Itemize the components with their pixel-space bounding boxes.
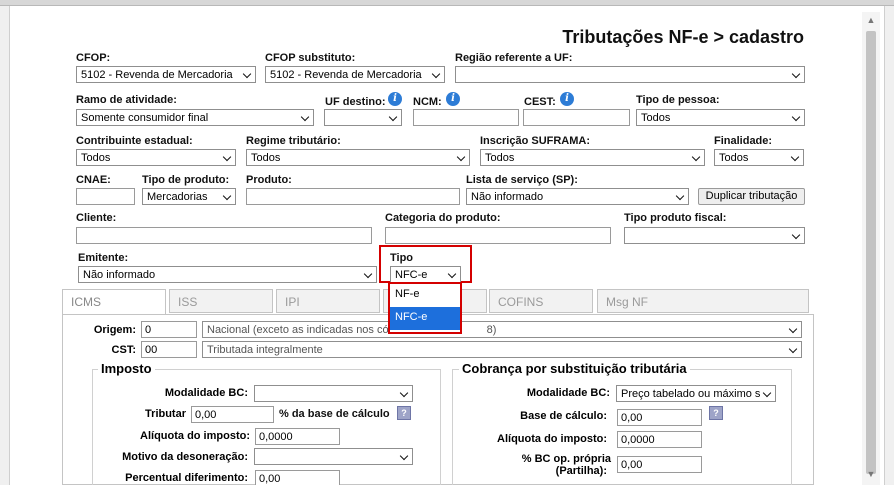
tributar-label: Tributar [145, 408, 186, 420]
bc-op-propria-label-2: (Partilha): [555, 465, 607, 477]
finalidade-select[interactable]: Todos [714, 149, 804, 166]
cst-select[interactable]: Tributada integralmente [202, 341, 802, 358]
ncm-input[interactable] [413, 109, 519, 126]
emitente-select[interactable]: Não informado [78, 266, 377, 283]
origem-select-text: Nacional (exceto as indicadas nos có [207, 324, 389, 336]
tipo-select[interactable]: NFC-e [390, 266, 461, 283]
produto-label: Produto: [246, 174, 292, 186]
lista-servico-select[interactable]: Não informado [466, 188, 689, 205]
percentual-diferimento-label: Percentual diferimento: [125, 472, 248, 484]
cest-info-icon[interactable]: i [560, 92, 574, 106]
contribuinte-select[interactable]: Todos [76, 149, 236, 166]
contribuinte-label: Contribuinte estadual: [76, 135, 193, 147]
percentual-diferimento-input[interactable]: 0,00 [255, 470, 340, 485]
st-modalidade-bc-label: Modalidade BC: [526, 387, 610, 399]
cfop-substituto-select[interactable]: 5102 - Revenda de Mercadoria [265, 66, 445, 83]
tab-ipi[interactable]: IPI [276, 289, 380, 313]
tipo-fiscal-label: Tipo produto fiscal: [624, 212, 727, 224]
tipo-pessoa-select[interactable]: Todos [636, 109, 805, 126]
tipo-produto-label: Tipo de produto: [142, 174, 230, 186]
cliente-label: Cliente: [76, 212, 117, 224]
st-base-calculo-label: Base de cálculo: [520, 410, 607, 422]
categoria-label: Categoria do produto: [385, 212, 501, 224]
st-modalidade-bc-select[interactable]: Preço tabelado ou máximo s [616, 385, 776, 402]
tipo-option-nf-e[interactable]: NF-e [390, 284, 460, 307]
emitente-label: Emitente: [78, 252, 129, 264]
cest-label: CEST: [524, 96, 556, 108]
st-base-calculo-input[interactable]: 0,00 [617, 409, 702, 426]
cfop-label: CFOP: [76, 52, 111, 64]
st-aliquota-input[interactable]: 0,0000 [617, 431, 702, 448]
origem-code-input[interactable]: 0 [141, 321, 197, 338]
motivo-desoneracao-select[interactable] [254, 448, 413, 465]
imposto-aliquota-label: Alíquota do imposto: [140, 430, 250, 442]
window-top-border [0, 0, 894, 6]
scroll-up-arrow-icon[interactable]: ▲ [862, 12, 880, 28]
categoria-input[interactable] [385, 227, 611, 244]
bc-op-propria-input[interactable]: 0,00 [617, 456, 702, 473]
cst-label: CST: [111, 344, 136, 356]
window-right-border [884, 6, 894, 485]
suframa-label: Inscrição SUFRAMA: [480, 135, 591, 147]
tipo-option-nfc-e[interactable]: NFC-e [390, 307, 460, 330]
scroll-down-arrow-icon[interactable]: ▼ [862, 466, 880, 482]
cnae-label: CNAE: [76, 174, 111, 186]
duplicar-tributacao-button[interactable]: Duplicar tributação [698, 188, 805, 205]
tributar-suffix: % da base de cálculo [279, 408, 390, 420]
scrollbar-thumb[interactable] [866, 31, 876, 474]
ramo-atividade-label: Ramo de atividade: [76, 94, 177, 106]
tributar-input[interactable]: 0,00 [191, 406, 274, 423]
tipo-produto-select[interactable]: Mercadorias [142, 188, 236, 205]
ncm-label: NCM: [413, 96, 442, 108]
tipo-dropdown-list: NF-e NFC-e [388, 282, 462, 334]
regime-select[interactable]: Todos [246, 149, 470, 166]
origem-select-text-tail: 8) [486, 324, 497, 336]
tab-iss[interactable]: ISS [169, 289, 273, 313]
imposto-aliquota-input[interactable]: 0,0000 [255, 428, 340, 445]
window-left-border [0, 6, 10, 485]
imposto-legend: Imposto [98, 361, 155, 376]
origem-select[interactable]: Nacional (exceto as indicadas nos có 8) [202, 321, 802, 338]
ncm-info-icon[interactable]: i [446, 92, 460, 106]
tributar-help-icon[interactable]: ? [397, 406, 411, 420]
tab-msg-nf[interactable]: Msg NF [597, 289, 809, 313]
cst-code-input[interactable]: 00 [141, 341, 197, 358]
uf-destino-info-icon[interactable]: i [388, 92, 402, 106]
cfop-select[interactable]: 5102 - Revenda de Mercadoria [76, 66, 256, 83]
regiao-uf-label: Região referente a UF: [455, 52, 573, 64]
cest-input[interactable] [523, 109, 630, 126]
st-aliquota-label: Alíquota do imposto: [497, 433, 607, 445]
suframa-select[interactable]: Todos [480, 149, 705, 166]
regiao-uf-select[interactable] [455, 66, 805, 83]
motivo-desoneracao-label: Motivo da desoneração: [122, 451, 248, 463]
tab-icms[interactable]: ICMS [62, 289, 166, 315]
cliente-input[interactable] [76, 227, 372, 244]
cfop-substituto-label: CFOP substituto: [265, 52, 356, 64]
tipo-fiscal-select[interactable] [624, 227, 805, 244]
tipo-label: Tipo [390, 252, 414, 264]
origem-label: Origem: [93, 324, 136, 336]
uf-destino-select[interactable] [324, 109, 402, 126]
bc-op-propria-label: % BC op. própria [521, 453, 611, 465]
finalidade-label: Finalidade: [714, 135, 773, 147]
base-calculo-help-icon[interactable]: ? [709, 406, 723, 420]
st-legend: Cobrança por substituição tributária [459, 361, 690, 376]
page-title: Tributações NF-e > cadastro [562, 27, 804, 47]
ramo-atividade-select[interactable]: Somente consumidor final [76, 109, 314, 126]
lista-servico-label: Lista de serviço (SP): [466, 174, 578, 186]
imposto-modalidade-bc-label: Modalidade BC: [164, 387, 248, 399]
regime-label: Regime tributário: [246, 135, 341, 147]
tipo-pessoa-label: Tipo de pessoa: [636, 94, 720, 106]
produto-input[interactable] [246, 188, 460, 205]
cnae-input[interactable] [76, 188, 135, 205]
imposto-modalidade-bc-select[interactable] [254, 385, 413, 402]
tab-cofins[interactable]: COFINS [489, 289, 593, 313]
uf-destino-label: UF destino: [325, 96, 386, 108]
